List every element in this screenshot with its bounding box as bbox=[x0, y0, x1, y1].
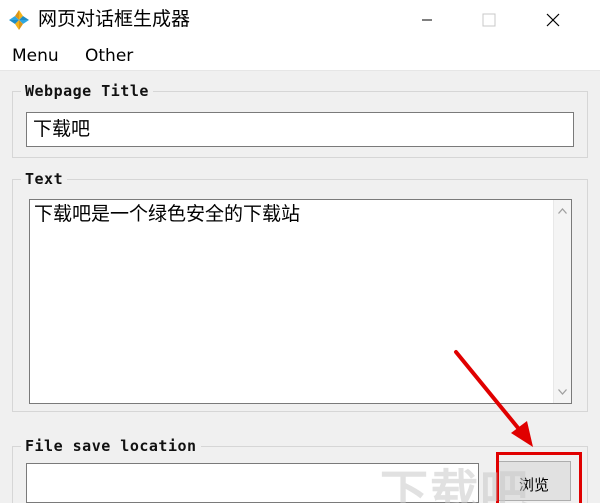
text-group: Text 下载吧是一个绿色安全的下载站 bbox=[12, 170, 588, 412]
text-legend: Text bbox=[21, 170, 68, 188]
window-title: 网页对话框生成器 bbox=[38, 8, 191, 30]
file-save-location-legend: File save location bbox=[21, 437, 201, 455]
text-content: 下载吧是一个绿色安全的下载站 bbox=[34, 203, 301, 225]
scroll-down-icon[interactable] bbox=[558, 389, 567, 395]
minimize-icon bbox=[422, 19, 432, 21]
webpage-title-legend: Webpage Title bbox=[21, 82, 153, 100]
text-textarea[interactable]: 下载吧是一个绿色安全的下载站 bbox=[29, 199, 572, 404]
menu-bar: Menu Other bbox=[0, 40, 600, 71]
app-logo-icon bbox=[9, 10, 29, 30]
scroll-up-icon[interactable] bbox=[558, 208, 567, 214]
title-bar: 网页对话框生成器 bbox=[0, 0, 600, 40]
menu-item-menu[interactable]: Menu bbox=[12, 45, 59, 67]
maximize-button[interactable] bbox=[466, 0, 512, 40]
maximize-icon bbox=[482, 13, 496, 27]
close-button[interactable] bbox=[530, 0, 576, 40]
close-icon bbox=[546, 13, 560, 27]
webpage-title-group: Webpage Title 下载吧 bbox=[12, 82, 588, 158]
text-scrollbar[interactable] bbox=[553, 200, 571, 403]
menu-item-other[interactable]: Other bbox=[85, 45, 133, 67]
webpage-title-input[interactable]: 下载吧 bbox=[26, 112, 574, 147]
watermark-logo: 下载吧 bbox=[380, 465, 531, 503]
minimize-button[interactable] bbox=[404, 0, 450, 40]
